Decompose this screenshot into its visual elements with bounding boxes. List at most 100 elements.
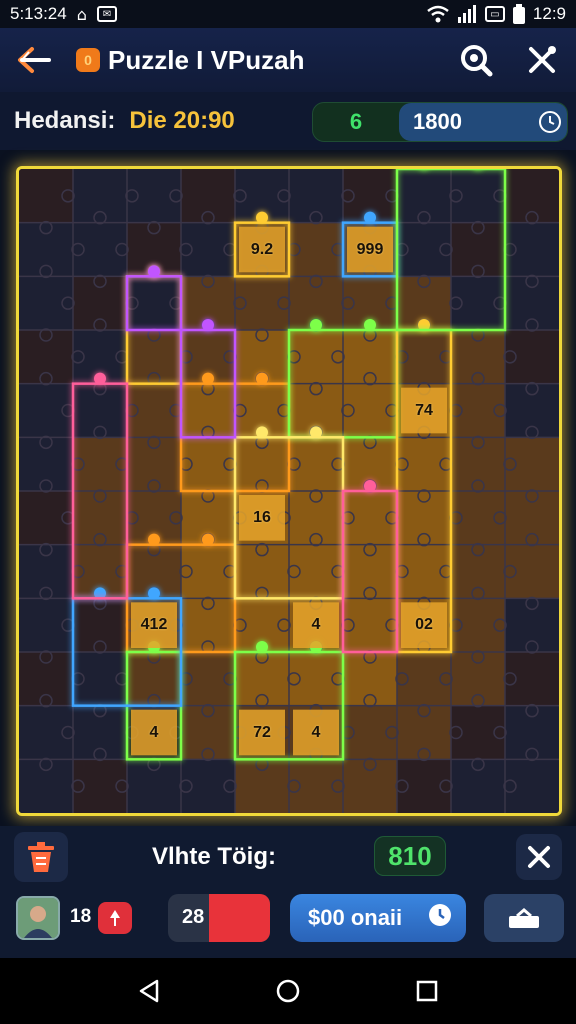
numbered-tile[interactable]: [131, 602, 177, 648]
puzzle-tile[interactable]: [505, 383, 559, 438]
puzzle-tile[interactable]: [505, 491, 559, 545]
puzzle-tile[interactable]: [289, 491, 343, 545]
puzzle-tile[interactable]: [73, 491, 127, 545]
puzzle-board[interactable]: 9.2 999 74 16 412 4 02 4 72 4: [16, 166, 562, 816]
numbered-tile[interactable]: [401, 387, 447, 434]
puzzle-tile[interactable]: [181, 598, 235, 652]
puzzle-tile[interactable]: [451, 169, 505, 223]
puzzle-tile[interactable]: [397, 544, 451, 599]
puzzle-tile[interactable]: [451, 276, 505, 330]
puzzle-tile[interactable]: [19, 222, 73, 277]
puzzle-tile[interactable]: [19, 705, 73, 760]
nav-back-button[interactable]: [125, 967, 173, 1015]
puzzle-tile[interactable]: [127, 652, 181, 706]
puzzle-tile[interactable]: [19, 437, 73, 491]
puzzle-tile[interactable]: [505, 598, 559, 652]
puzzle-tile[interactable]: [505, 169, 559, 223]
search-button[interactable]: [456, 40, 496, 80]
puzzle-tile[interactable]: [181, 169, 235, 223]
puzzle-tile[interactable]: [289, 437, 343, 491]
puzzle-tile[interactable]: [451, 544, 505, 599]
back-button[interactable]: [14, 40, 54, 80]
puzzle-tile[interactable]: [451, 759, 505, 813]
numbered-tile[interactable]: [131, 709, 177, 756]
puzzle-tile[interactable]: [19, 652, 73, 706]
puzzle-tile[interactable]: [73, 276, 127, 330]
puzzle-tile[interactable]: [397, 491, 451, 545]
puzzle-tile[interactable]: [397, 169, 451, 223]
puzzle-tile[interactable]: [235, 276, 289, 330]
numbered-tile[interactable]: [347, 226, 393, 273]
puzzle-tile[interactable]: [505, 759, 559, 813]
puzzle-tile[interactable]: [289, 222, 343, 277]
puzzle-tile[interactable]: [181, 383, 235, 438]
puzzle-tile[interactable]: [451, 705, 505, 760]
puzzle-tile[interactable]: [127, 169, 181, 223]
puzzle-tile[interactable]: [127, 759, 181, 813]
puzzle-tile[interactable]: [451, 598, 505, 652]
puzzle-tile[interactable]: [127, 276, 181, 330]
numbered-tile[interactable]: [239, 709, 285, 756]
puzzle-tile[interactable]: [451, 330, 505, 384]
puzzle-tile[interactable]: [73, 169, 127, 223]
puzzle-tile[interactable]: [235, 544, 289, 599]
puzzle-tile[interactable]: [73, 652, 127, 706]
puzzle-tile[interactable]: [19, 169, 73, 223]
puzzle-tile[interactable]: [505, 276, 559, 330]
puzzle-tile[interactable]: [181, 705, 235, 760]
puzzle-tile[interactable]: [505, 705, 559, 760]
menu-button[interactable]: [484, 894, 564, 942]
nav-home-button[interactable]: [264, 967, 312, 1015]
numbered-tile[interactable]: [401, 602, 447, 648]
trash-button[interactable]: [14, 832, 68, 882]
numbered-tile[interactable]: [239, 226, 285, 273]
tools-button[interactable]: [522, 40, 562, 80]
puzzle-tile[interactable]: [73, 759, 127, 813]
puzzle-tile[interactable]: [343, 330, 397, 384]
puzzle-tile[interactable]: [73, 437, 127, 491]
puzzle-tile[interactable]: [73, 598, 127, 652]
puzzle-tile[interactable]: [19, 544, 73, 599]
puzzle-tile[interactable]: [19, 759, 73, 813]
puzzle-tile[interactable]: [343, 652, 397, 706]
puzzle-tile[interactable]: [397, 330, 451, 384]
puzzle-tile[interactable]: [397, 652, 451, 706]
puzzle-tile[interactable]: [181, 437, 235, 491]
puzzle-tile[interactable]: [451, 383, 505, 438]
puzzle-tile[interactable]: [397, 222, 451, 277]
puzzle-tile[interactable]: [289, 330, 343, 384]
puzzle-tile[interactable]: [235, 759, 289, 813]
puzzle-tile[interactable]: [181, 759, 235, 813]
puzzle-tile[interactable]: [73, 222, 127, 277]
puzzle-tile[interactable]: [289, 652, 343, 706]
puzzle-tile[interactable]: [127, 383, 181, 438]
numbered-tile[interactable]: [293, 602, 339, 648]
numbered-tile[interactable]: [239, 495, 285, 541]
puzzle-tile[interactable]: [451, 437, 505, 491]
puzzle-tile[interactable]: [343, 383, 397, 438]
puzzle-tile[interactable]: [181, 544, 235, 599]
puzzle-tile[interactable]: [343, 759, 397, 813]
nav-recents-button[interactable]: [403, 967, 451, 1015]
puzzle-tile[interactable]: [19, 383, 73, 438]
numbered-tile[interactable]: [293, 709, 339, 756]
puzzle-tile[interactable]: [505, 437, 559, 491]
puzzle-tile[interactable]: [451, 652, 505, 706]
player-badge[interactable]: [98, 902, 132, 934]
puzzle-tile[interactable]: [451, 491, 505, 545]
puzzle-tile[interactable]: [397, 705, 451, 760]
puzzle-tile[interactable]: [289, 544, 343, 599]
puzzle-tile[interactable]: [343, 598, 397, 652]
action-button[interactable]: $00 onaii: [290, 894, 466, 942]
puzzle-tile[interactable]: [235, 652, 289, 706]
puzzle-grid[interactable]: [19, 169, 559, 813]
close-button[interactable]: [516, 834, 562, 880]
puzzle-tile[interactable]: [343, 491, 397, 545]
player-avatar[interactable]: [16, 896, 60, 940]
puzzle-tile[interactable]: [343, 544, 397, 599]
puzzle-tile[interactable]: [181, 222, 235, 277]
puzzle-tile[interactable]: [451, 222, 505, 277]
puzzle-tile[interactable]: [505, 222, 559, 277]
puzzle-tile[interactable]: [505, 330, 559, 384]
puzzle-tile[interactable]: [343, 705, 397, 760]
